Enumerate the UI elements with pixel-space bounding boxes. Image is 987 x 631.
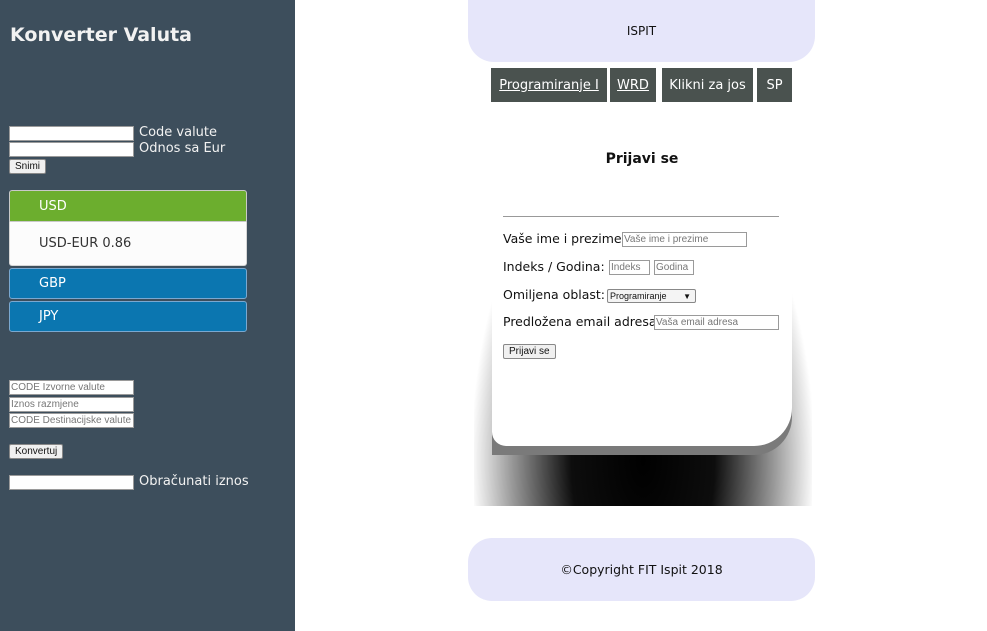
currency-tab-jpy-label: JPY	[39, 309, 59, 324]
login-form-card: Prijavi se Vaše ime i prezime Indeks / G…	[492, 128, 792, 446]
currency-code-input[interactable]	[9, 126, 134, 141]
email-label: Predložena email adresa	[503, 314, 657, 329]
name-input[interactable]	[622, 232, 747, 247]
favorite-area-value: Programiranje	[610, 291, 667, 301]
submit-login-button[interactable]: Prijavi se	[503, 344, 556, 359]
chevron-down-icon: ▼	[683, 291, 691, 301]
currency-tab-usd-label: USD	[39, 198, 67, 214]
save-button[interactable]: Snimi	[9, 159, 47, 174]
nav-item-klikni-label: Klikni za jos	[669, 77, 746, 93]
nav-item-programiranje-label: Programiranje I	[499, 77, 599, 93]
currency-tab-jpy[interactable]: JPY	[9, 301, 247, 332]
email-input[interactable]	[654, 315, 779, 330]
exchange-amount-input[interactable]	[9, 397, 134, 412]
app-title: Konverter Valuta	[10, 24, 192, 46]
nav-item-wrd-label: WRD	[617, 77, 649, 93]
eur-ratio-input[interactable]	[9, 142, 134, 157]
destination-currency-input[interactable]	[9, 413, 134, 428]
page-footer: ©Copyright FIT Ispit 2018	[468, 538, 815, 601]
page-header: ISPIT	[468, 0, 815, 62]
page-title: ISPIT	[626, 24, 657, 38]
usd-eur-rate: USD-EUR 0.86	[39, 236, 132, 251]
result-amount-input[interactable]	[9, 475, 134, 490]
convert-button[interactable]: Konvertuj	[9, 444, 64, 459]
sidebar: Konverter Valuta Code valute Odnos sa Eu…	[0, 0, 295, 631]
result-amount-label: Obračunati iznos	[139, 474, 249, 489]
nav-item-klikni[interactable]: Klikni za jos	[662, 68, 753, 102]
copyright-text: ©Copyright FIT Ispit 2018	[560, 562, 723, 577]
index-input[interactable]	[609, 260, 650, 275]
nav-item-wrd[interactable]: WRD	[610, 68, 656, 102]
currency-tab-gbp[interactable]: GBP	[9, 268, 247, 299]
login-form-title: Prijavi se	[605, 151, 679, 167]
index-year-label: Indeks / Godina:	[503, 259, 605, 274]
favorite-area-label: Omiljena oblast:	[503, 287, 606, 302]
nav-item-sp[interactable]: SP	[757, 68, 792, 102]
currency-code-label: Code valute	[139, 125, 218, 140]
currency-tab-usd[interactable]: USD	[9, 190, 247, 222]
nav-item-sp-label: SP	[766, 77, 783, 93]
eur-ratio-label: Odnos sa Eur	[139, 141, 226, 156]
currency-panel-usd: USD-EUR 0.86	[9, 222, 247, 266]
nav-item-programiranje[interactable]: Programiranje I	[491, 68, 607, 102]
currency-tab-gbp-label: GBP	[39, 276, 66, 291]
form-divider	[503, 216, 779, 217]
source-currency-input[interactable]	[9, 380, 134, 395]
year-input[interactable]	[654, 260, 694, 275]
name-label: Vaše ime i prezime	[503, 231, 622, 246]
favorite-area-select[interactable]: Programiranje ▼	[607, 289, 696, 303]
